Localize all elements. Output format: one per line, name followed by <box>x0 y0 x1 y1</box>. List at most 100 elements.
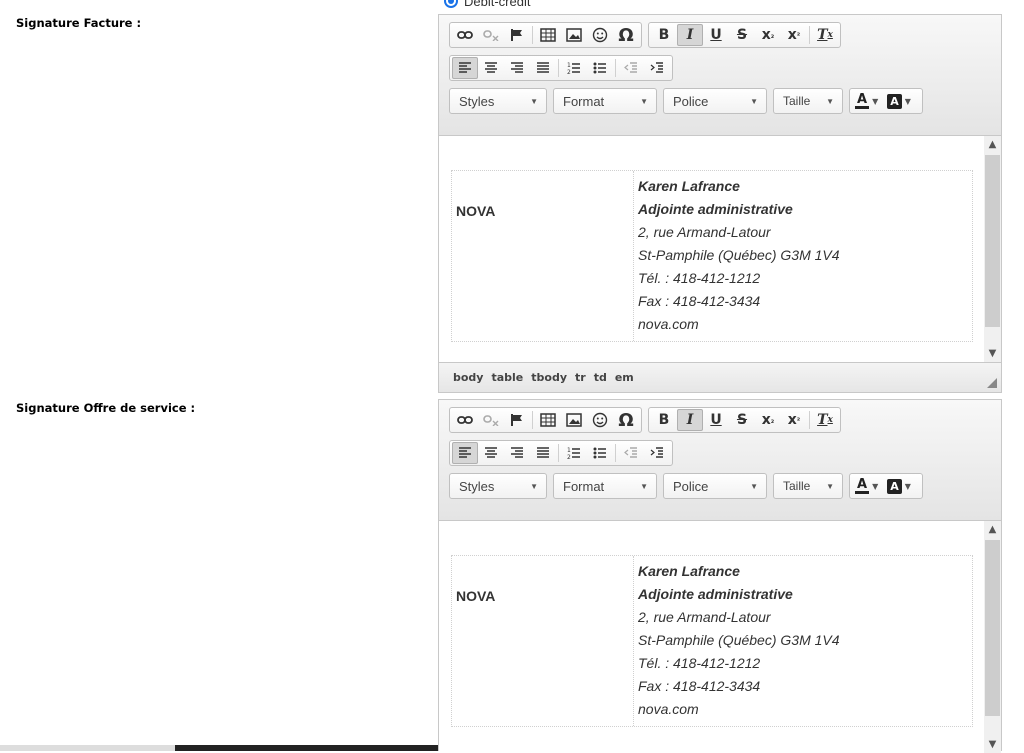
size-dropdown[interactable]: Taille ▼ <box>773 473 843 499</box>
path-body[interactable]: body <box>453 371 483 384</box>
smiley-icon[interactable] <box>587 24 613 46</box>
unlink-icon[interactable] <box>478 24 504 46</box>
bg-color-icon[interactable]: A <box>887 93 902 109</box>
chevron-down-icon: ▼ <box>750 481 758 491</box>
text-color-icon[interactable]: A <box>855 478 870 494</box>
outdent-icon[interactable] <box>618 57 644 79</box>
signature-details: Karen Lafrance Adjointe administrative 2… <box>634 171 840 341</box>
editor-signature-facture: Ω B I U S x₂ x² Tx 1 2 Styles ▼ Format ▼… <box>438 14 1002 393</box>
editor-toolbar: Ω B I U S x₂ x² Tx 1 2 Styles ▼ Format ▼… <box>439 400 1001 521</box>
editor-content[interactable]: NOVA Karen Lafrance Adjointe administrat… <box>439 521 1001 753</box>
path-tbody[interactable]: tbody <box>531 371 567 384</box>
numbered-list-icon[interactable]: 12 <box>561 442 587 464</box>
special-char-icon[interactable]: Ω <box>613 409 639 431</box>
scroll-thumb[interactable] <box>985 540 1000 716</box>
align-right-icon[interactable] <box>504 442 530 464</box>
chevron-down-icon: ▼ <box>530 96 538 106</box>
strike-icon[interactable]: S <box>729 24 755 46</box>
color-group: A ▼ A ▼ <box>849 473 923 499</box>
underline-icon[interactable]: U <box>703 24 729 46</box>
radio-debit-credit[interactable]: Débit-crédit <box>444 0 530 9</box>
scroll-down-icon[interactable]: ▼ <box>984 345 1001 362</box>
smiley-icon[interactable] <box>587 409 613 431</box>
italic-icon[interactable]: I <box>677 24 703 46</box>
align-center-icon[interactable] <box>478 57 504 79</box>
vertical-scrollbar[interactable]: ▲ ▼ <box>984 136 1001 362</box>
subscript-icon[interactable]: x₂ <box>755 24 781 46</box>
text-color-icon[interactable]: A <box>855 93 870 109</box>
superscript-icon[interactable]: x² <box>781 409 807 431</box>
unlink-icon[interactable] <box>478 409 504 431</box>
superscript-icon[interactable]: x² <box>781 24 807 46</box>
strike-icon[interactable]: S <box>729 409 755 431</box>
align-right-icon[interactable] <box>504 57 530 79</box>
remove-format-icon[interactable]: Tx <box>812 409 838 431</box>
special-char-icon[interactable]: Ω <box>613 24 639 46</box>
remove-format-icon[interactable]: Tx <box>812 24 838 46</box>
scroll-up-icon[interactable]: ▲ <box>984 136 1001 153</box>
vertical-scrollbar[interactable]: ▲ ▼ <box>984 521 1001 753</box>
bg-color-icon[interactable]: A <box>887 478 902 494</box>
signature-fax: Fax : 418-412-3434 <box>638 293 761 309</box>
signature-phone: Tél. : 418-412-1212 <box>638 270 761 286</box>
scroll-up-icon[interactable]: ▲ <box>984 521 1001 538</box>
underline-icon[interactable]: U <box>703 409 729 431</box>
scroll-thumb[interactable] <box>985 155 1000 327</box>
italic-icon[interactable]: I <box>677 409 703 431</box>
chevron-down-icon[interactable]: ▼ <box>905 482 911 491</box>
styles-dropdown[interactable]: Styles ▼ <box>449 473 547 499</box>
justify-icon[interactable] <box>530 57 556 79</box>
font-dropdown[interactable]: Police ▼ <box>663 88 767 114</box>
align-center-icon[interactable] <box>478 442 504 464</box>
signature-city: St-Pamphile (Québec) G3M 1V4 <box>638 247 840 263</box>
numbered-list-icon[interactable]: 12 <box>561 57 587 79</box>
subscript-icon[interactable]: x₂ <box>755 409 781 431</box>
bulleted-list-icon[interactable] <box>587 57 613 79</box>
path-tr[interactable]: tr <box>575 371 586 384</box>
font-dropdown[interactable]: Police ▼ <box>663 473 767 499</box>
signature-address: 2, rue Armand-Latour <box>638 224 771 240</box>
path-td[interactable]: td <box>594 371 607 384</box>
signature-phone: Tél. : 418-412-1212 <box>638 655 761 671</box>
indent-icon[interactable] <box>644 57 670 79</box>
chevron-down-icon[interactable]: ▼ <box>905 97 911 106</box>
editor-content[interactable]: NOVA Karen Lafrance Adjointe administrat… <box>439 136 1001 362</box>
anchor-icon[interactable] <box>504 409 530 431</box>
size-dropdown[interactable]: Taille ▼ <box>773 88 843 114</box>
path-table[interactable]: table <box>491 371 523 384</box>
chevron-down-icon: ▼ <box>826 481 834 491</box>
resize-grip-icon[interactable] <box>987 378 997 388</box>
bold-icon[interactable]: B <box>651 24 677 46</box>
svg-text:1: 1 <box>567 447 571 454</box>
chevron-down-icon: ▼ <box>826 96 834 106</box>
radio-label: Débit-crédit <box>464 0 531 9</box>
radio-selected-icon[interactable] <box>444 0 458 8</box>
scroll-down-icon[interactable]: ▼ <box>984 736 1001 753</box>
signature-website: nova.com <box>638 701 699 717</box>
image-icon[interactable] <box>561 409 587 431</box>
format-dropdown[interactable]: Format ▼ <box>553 88 657 114</box>
signature-details: Karen Lafrance Adjointe administrative 2… <box>634 556 840 726</box>
styles-dropdown[interactable]: Styles ▼ <box>449 88 547 114</box>
indent-icon[interactable] <box>644 442 670 464</box>
element-path-bar: body table tbody tr td em <box>439 362 1001 392</box>
bold-icon[interactable]: B <box>651 409 677 431</box>
anchor-icon[interactable] <box>504 24 530 46</box>
chevron-down-icon[interactable]: ▼ <box>872 482 878 491</box>
signature-city: St-Pamphile (Québec) G3M 1V4 <box>638 632 840 648</box>
bulleted-list-icon[interactable] <box>587 442 613 464</box>
svg-text:2: 2 <box>567 454 571 460</box>
table-icon[interactable] <box>535 409 561 431</box>
signature-name: Karen Lafrance <box>638 178 740 194</box>
link-icon[interactable] <box>452 409 478 431</box>
path-em[interactable]: em <box>615 371 634 384</box>
align-left-icon[interactable] <box>452 57 478 79</box>
format-dropdown[interactable]: Format ▼ <box>553 473 657 499</box>
chevron-down-icon[interactable]: ▼ <box>872 97 878 106</box>
table-icon[interactable] <box>535 24 561 46</box>
align-left-icon[interactable] <box>452 442 478 464</box>
justify-icon[interactable] <box>530 442 556 464</box>
link-icon[interactable] <box>452 24 478 46</box>
outdent-icon[interactable] <box>618 442 644 464</box>
image-icon[interactable] <box>561 24 587 46</box>
